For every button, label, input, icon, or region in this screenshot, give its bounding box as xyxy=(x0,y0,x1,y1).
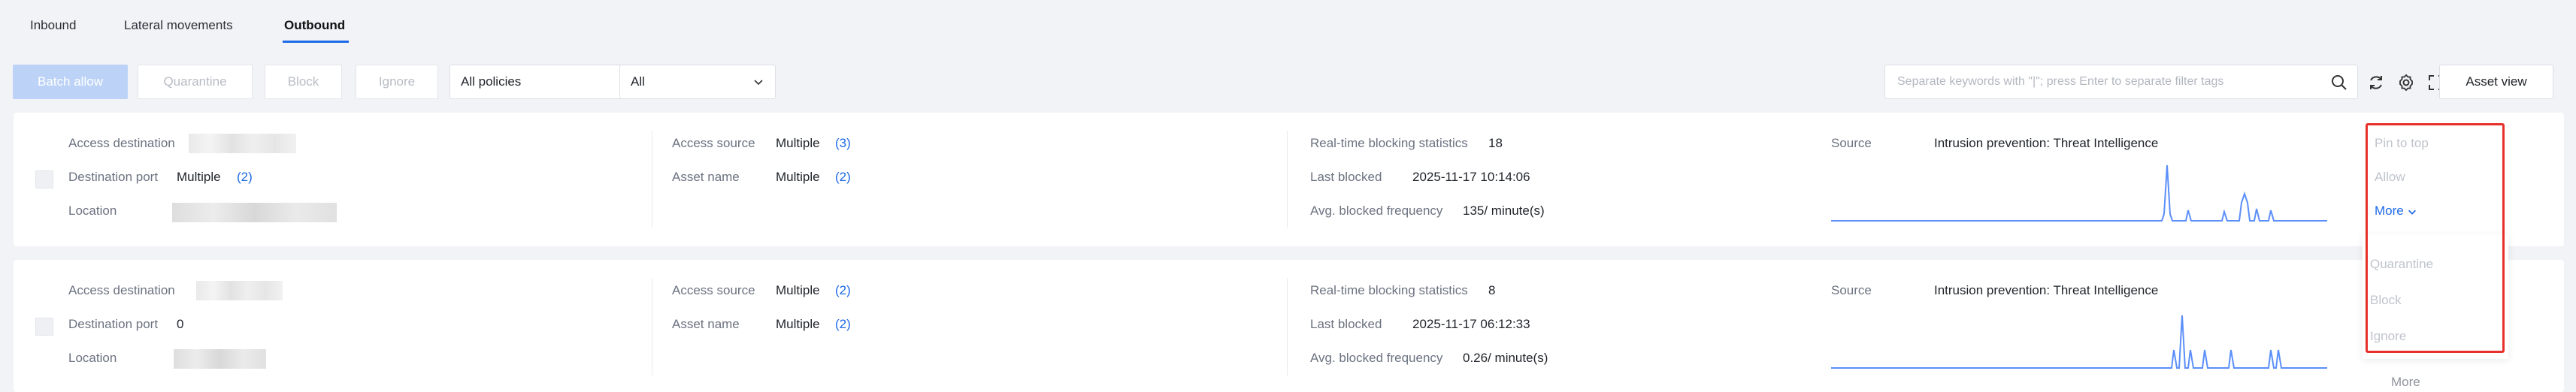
avg-frequency-value: 135/ minute(s) xyxy=(1463,204,1545,218)
row-checkbox[interactable] xyxy=(35,170,53,188)
destination-port-value: 0 xyxy=(177,317,184,331)
tab-lateral-movements[interactable]: Lateral movements xyxy=(124,18,233,33)
divider xyxy=(1287,131,1288,228)
policy-select[interactable]: All policies xyxy=(450,65,641,99)
realtime-blocking-label: Real-time blocking statistics xyxy=(1310,136,1468,150)
realtime-blocking-value: 18 xyxy=(1488,136,1503,150)
gear-icon[interactable] xyxy=(2397,74,2415,92)
access-source-label: Access source xyxy=(672,283,755,297)
access-destination-value xyxy=(189,134,296,153)
realtime-blocking-label: Real-time blocking statistics xyxy=(1310,283,1468,297)
divider xyxy=(1287,278,1288,375)
access-destination-label: Access destination xyxy=(68,136,175,150)
asset-name-value: Multiple xyxy=(776,170,820,184)
dropdown-item-block[interactable]: Block xyxy=(2370,293,2402,308)
last-blocked-value: 2025-11-17 10:14:06 xyxy=(1412,170,1530,184)
source-value: Intrusion prevention: Threat Intelligenc… xyxy=(1934,136,2159,150)
access-source-count[interactable]: (2) xyxy=(835,283,851,298)
table-row: Access destination Destination port 0 Lo… xyxy=(14,260,2564,392)
last-blocked-label: Last blocked xyxy=(1310,317,1382,331)
more-action-trailing[interactable]: More xyxy=(2391,375,2420,390)
access-destination-value xyxy=(196,281,283,300)
location-value xyxy=(174,349,266,369)
filter-select[interactable]: All xyxy=(619,65,776,99)
source-label: Source xyxy=(1831,136,1872,150)
destination-port-label: Destination port xyxy=(68,317,159,331)
more-dropdown-menu: Quarantine Block Ignore xyxy=(2363,234,2508,359)
dropdown-item-ignore[interactable]: Ignore xyxy=(2370,329,2406,344)
asset-name-count[interactable]: (2) xyxy=(835,170,851,185)
blocking-sparkline xyxy=(1831,164,2327,222)
policy-select-value: All policies xyxy=(461,74,522,89)
avg-frequency-label: Avg. blocked frequency xyxy=(1310,351,1443,365)
tab-outbound[interactable]: Outbound xyxy=(284,18,345,33)
access-destination-label: Access destination xyxy=(68,283,175,297)
access-source-label: Access source xyxy=(672,136,755,150)
search-icon[interactable] xyxy=(2330,74,2348,92)
avg-frequency-value: 0.26/ minute(s) xyxy=(1463,351,1548,365)
filter-select-value: All xyxy=(631,74,645,89)
access-source-count[interactable]: (3) xyxy=(835,136,851,151)
access-source-value: Multiple xyxy=(776,136,820,150)
refresh-icon[interactable] xyxy=(2367,74,2385,92)
batch-allow-button[interactable]: Batch allow xyxy=(13,65,128,99)
last-blocked-value: 2025-11-17 06:12:33 xyxy=(1412,317,1530,331)
source-label: Source xyxy=(1831,283,1872,297)
pin-to-top-action[interactable]: Pin to top xyxy=(2375,136,2429,151)
active-tab-indicator xyxy=(283,41,349,43)
realtime-blocking-value: 8 xyxy=(1488,283,1496,297)
avg-frequency-label: Avg. blocked frequency xyxy=(1310,204,1443,218)
more-action-label: More xyxy=(2375,204,2404,218)
toolbar: Batch allow Quarantine Block Ignore All … xyxy=(0,65,2576,101)
more-action[interactable]: More xyxy=(2375,204,2417,219)
tab-bar: Inbound Lateral movements Outbound xyxy=(0,0,2576,47)
table-row: Access destination Destination port Mult… xyxy=(14,113,2564,246)
asset-view-button[interactable]: Asset view xyxy=(2439,65,2553,99)
asset-name-count[interactable]: (2) xyxy=(835,317,851,332)
search-input[interactable] xyxy=(1896,74,2320,89)
allow-action[interactable]: Allow xyxy=(2375,170,2405,185)
search-box xyxy=(1884,65,2358,99)
destination-port-label: Destination port xyxy=(68,170,159,184)
dropdown-item-quarantine[interactable]: Quarantine xyxy=(2370,257,2433,272)
last-blocked-label: Last blocked xyxy=(1310,170,1382,184)
asset-name-label: Asset name xyxy=(672,170,740,184)
quarantine-button[interactable]: Quarantine xyxy=(138,65,253,99)
location-label: Location xyxy=(68,351,117,365)
tab-inbound[interactable]: Inbound xyxy=(30,18,76,33)
chevron-down-icon xyxy=(2408,210,2417,215)
ignore-button[interactable]: Ignore xyxy=(356,65,438,99)
asset-name-label: Asset name xyxy=(672,317,740,331)
destination-port-value: Multiple xyxy=(177,170,221,184)
blocking-sparkline xyxy=(1831,315,2327,369)
chevron-down-icon xyxy=(754,80,763,86)
asset-name-value: Multiple xyxy=(776,317,820,331)
destination-port-count[interactable]: (2) xyxy=(237,170,253,185)
row-checkbox[interactable] xyxy=(35,318,53,336)
block-button[interactable]: Block xyxy=(265,65,342,99)
location-value xyxy=(172,203,337,222)
location-label: Location xyxy=(68,204,117,218)
access-source-value: Multiple xyxy=(776,283,820,297)
source-value: Intrusion prevention: Threat Intelligenc… xyxy=(1934,283,2159,297)
